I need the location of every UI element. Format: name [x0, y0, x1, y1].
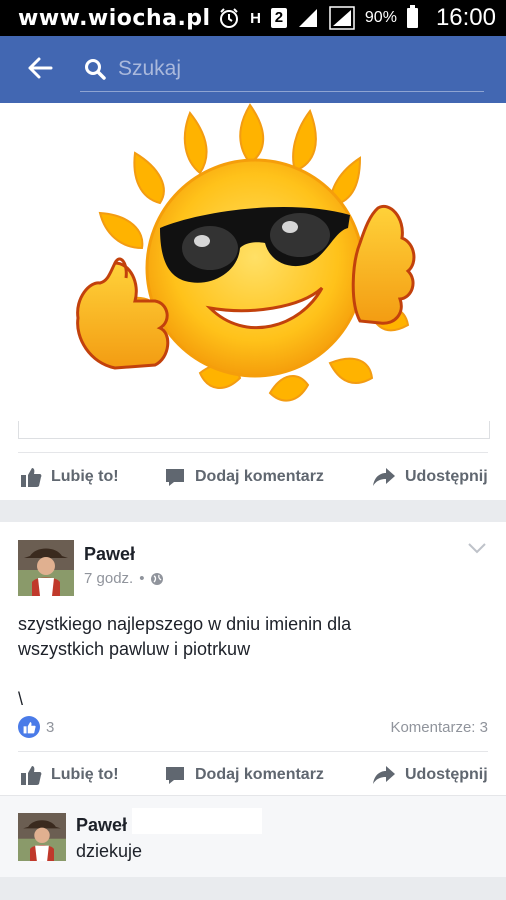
- globe-icon: [151, 572, 164, 585]
- share-label: Udostępnij: [405, 468, 488, 485]
- sun-thumbs-up-image[interactable]: [60, 103, 450, 418]
- comment-icon: [166, 767, 184, 784]
- avatar-photo: [18, 540, 74, 596]
- thumbs-up-icon: [21, 468, 42, 487]
- comment-avatar[interactable]: [18, 813, 66, 861]
- comment-button[interactable]: Dodaj komentarz: [164, 466, 324, 488]
- avatar-photo: [18, 813, 66, 861]
- battery-percent: 90%: [364, 9, 397, 26]
- signal-icon-2: [329, 6, 355, 30]
- chevron-down-icon[interactable]: [466, 540, 488, 556]
- status-bar: www.wiocha.pl H 2 90% 16:00: [0, 0, 506, 36]
- link-preview-frame: [18, 421, 490, 439]
- network-type-label: H: [250, 9, 261, 27]
- search-bar[interactable]: [80, 52, 484, 92]
- thumbs-up-icon: [21, 766, 42, 785]
- comment-label: Dodaj komentarz: [195, 766, 324, 783]
- search-input[interactable]: [118, 54, 478, 84]
- search-header: [0, 36, 506, 103]
- comments-count[interactable]: Komentarze: 3: [390, 719, 488, 736]
- divider: [18, 751, 488, 752]
- signal-icon: [298, 9, 317, 27]
- like-label: Lubię to!: [51, 766, 119, 783]
- post-time[interactable]: 7 godz.: [84, 570, 133, 587]
- post-author[interactable]: Paweł: [84, 544, 135, 565]
- status-icons: H 2 90% 16:00: [218, 0, 496, 36]
- search-icon: [85, 59, 106, 80]
- like-label: Lubię to!: [51, 468, 119, 485]
- avatar[interactable]: [18, 540, 74, 596]
- comment-icon: [166, 469, 184, 486]
- like-reaction-icon: [18, 716, 40, 738]
- divider: [18, 452, 488, 453]
- meta-separator: •: [139, 570, 145, 587]
- post-text: szystkiego najlepszego w dniu imienin dl…: [18, 614, 352, 709]
- share-icon: [373, 766, 395, 784]
- sim-slot-indicator: 2: [270, 8, 287, 28]
- action-bar: Lubię to! Dodaj komentarz Udostępnij: [0, 455, 506, 499]
- share-label: Udostępnij: [405, 766, 488, 783]
- comment-button[interactable]: Dodaj komentarz: [164, 764, 324, 786]
- battery-icon: [406, 5, 418, 28]
- back-arrow-icon[interactable]: [24, 52, 56, 84]
- action-bar: Lubię to! Dodaj komentarz Udostępnij: [0, 753, 506, 797]
- like-count: 3: [46, 718, 55, 736]
- redaction-box: [132, 808, 262, 834]
- post-card: Paweł 7 godz. • szystkiego najlepszego w…: [0, 522, 506, 795]
- share-button[interactable]: Udostępnij: [372, 764, 488, 786]
- share-icon: [373, 468, 395, 486]
- shared-image-post: Lubię to! Dodaj komentarz Udostępnij: [0, 103, 506, 500]
- alarm-icon: [220, 8, 239, 28]
- watermark: www.wiocha.pl: [18, 6, 211, 31]
- share-button[interactable]: Udostępnij: [372, 466, 488, 488]
- comment-item: Paweł dziekuje: [0, 795, 506, 877]
- reactions-summary[interactable]: 3: [18, 716, 54, 738]
- clock: 16:00: [435, 4, 496, 31]
- like-button[interactable]: Lubię to!: [20, 466, 119, 488]
- comment-text: dziekuje: [76, 841, 143, 861]
- like-button[interactable]: Lubię to!: [20, 764, 119, 786]
- comment-label: Dodaj komentarz: [195, 468, 324, 485]
- comment-author[interactable]: Paweł: [76, 815, 127, 836]
- post-meta: 7 godz. •: [84, 570, 164, 587]
